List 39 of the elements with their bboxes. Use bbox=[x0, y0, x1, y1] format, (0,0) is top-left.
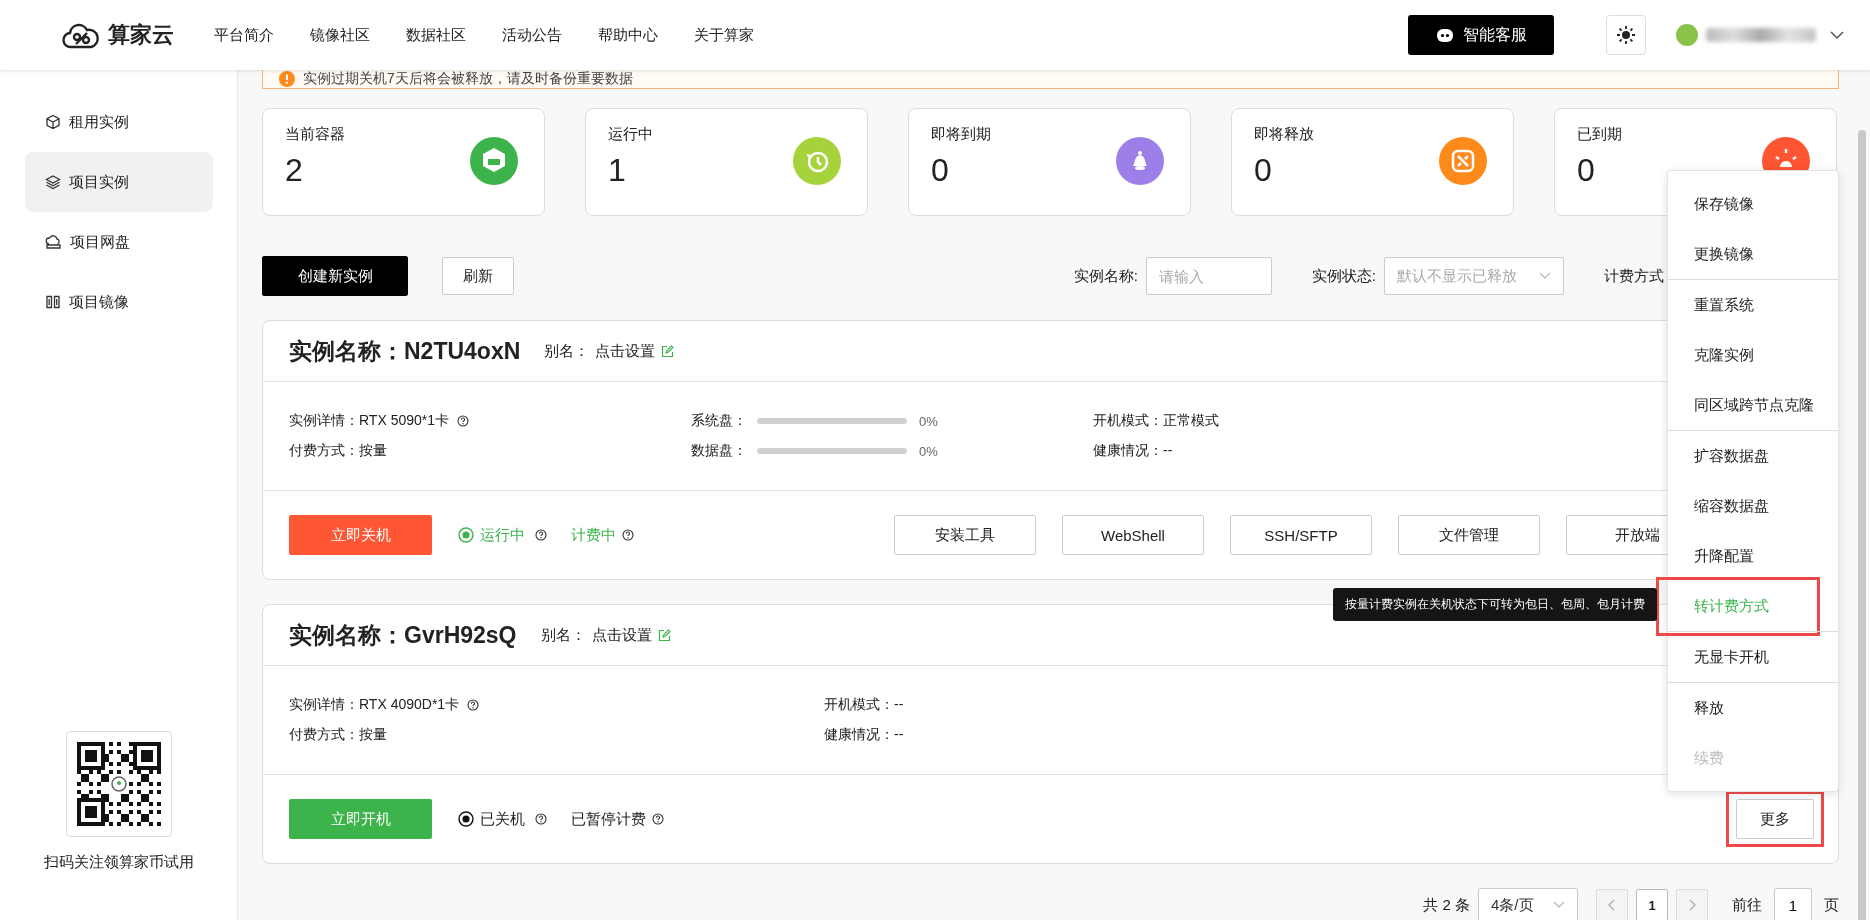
billing-status-text: 已暂停计费 bbox=[571, 809, 646, 829]
alias-label: 别名： bbox=[544, 341, 590, 361]
filter-label: 实例状态: bbox=[1311, 266, 1376, 286]
goto-label: 前往 bbox=[1732, 895, 1762, 915]
stat-value: 2 bbox=[285, 152, 304, 189]
status-text: 运行中 bbox=[480, 525, 525, 545]
detail-text: 付费方式：按量 bbox=[289, 726, 387, 744]
detail-text: 付费方式：按量 bbox=[289, 442, 387, 460]
tooltip: 按量计费实例在关机状态下可转为包日、包周、包月计费 bbox=[1333, 588, 1657, 621]
stat-label: 运行中 bbox=[608, 125, 654, 144]
stat-label: 即将释放 bbox=[1254, 125, 1315, 144]
detail-text: 开机模式：-- bbox=[824, 696, 904, 714]
filter-label: 实例名称: bbox=[1073, 266, 1138, 286]
stat-value: 0 bbox=[931, 152, 950, 189]
filter-label: 计费方式 bbox=[1604, 266, 1664, 286]
page-suffix: 页 bbox=[1824, 895, 1839, 915]
detail-text: 开机模式：正常模式 bbox=[1093, 412, 1219, 430]
notice-text: 实例过期关机7天后将会被释放，请及时备份重要数据 bbox=[303, 70, 633, 88]
detail-text: 健康情况：-- bbox=[1093, 442, 1173, 460]
instance-title: 实例名称：GvrH92sQ bbox=[289, 620, 517, 650]
stat-value: 0 bbox=[1254, 152, 1273, 189]
total-count: 共 2 条 bbox=[1423, 895, 1470, 915]
stat-label: 当前容器 bbox=[285, 125, 346, 144]
stat-value: 1 bbox=[608, 152, 627, 189]
status-text: 已关机 bbox=[480, 809, 525, 829]
usage-reading: 0% bbox=[919, 443, 938, 459]
instance-title: 实例名称：N2TU4oxN bbox=[289, 336, 521, 366]
alias-label: 别名： bbox=[540, 625, 586, 645]
detail-text: 实例详情：RTX 5090*1卡 bbox=[289, 412, 449, 430]
stat-label: 已到期 bbox=[1577, 125, 1623, 144]
detail-text: 健康情况：-- bbox=[824, 726, 904, 744]
detail-label: 系统盘： bbox=[691, 412, 747, 430]
stat-value: 0 bbox=[1577, 152, 1596, 189]
usage-reading: 0% bbox=[919, 413, 938, 429]
detail-label: 数据盘： bbox=[691, 442, 747, 460]
detail-text: 实例详情：RTX 4090D*1卡 bbox=[289, 696, 460, 714]
promo-text: 扫码关注领算家币试用 bbox=[43, 853, 194, 872]
stat-label: 即将到期 bbox=[931, 125, 992, 144]
billing-status-text: 计费中 bbox=[571, 525, 616, 545]
